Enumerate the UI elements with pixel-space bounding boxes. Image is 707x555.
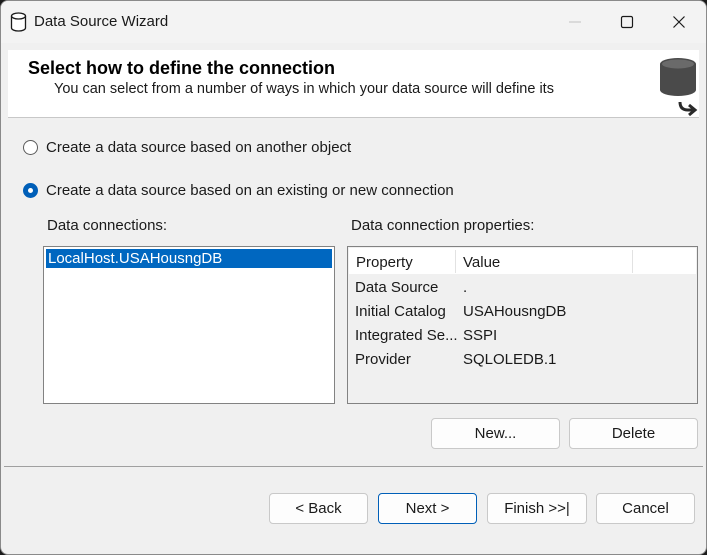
wizard-header: Select how to define the connection You … — [8, 50, 699, 118]
radio-existing-connection[interactable]: Create a data source based on an existin… — [23, 182, 454, 199]
finish-button[interactable]: Finish >>| — [487, 493, 587, 524]
minimize-button[interactable] — [549, 1, 601, 43]
radio-button-checked[interactable] — [23, 183, 38, 198]
property-value-cell: USAHousngDB — [463, 303, 567, 320]
grid-header: Property Value — [349, 248, 696, 274]
property-name-cell: Data Source — [355, 279, 439, 296]
data-connections-list[interactable]: LocalHost.USAHousngDB — [43, 246, 335, 404]
column-header-value[interactable]: Value — [463, 254, 500, 271]
property-value-cell: SSPI — [463, 327, 498, 344]
property-name-cell: Integrated Se... — [355, 327, 458, 344]
radio-another-object-label: Create a data source based on another ob… — [46, 139, 352, 156]
database-icon — [10, 12, 27, 32]
database-arrow-icon — [660, 58, 698, 116]
property-name-cell: Provider — [355, 351, 411, 368]
property-value-cell: . — [463, 279, 468, 296]
data-source-wizard-window: Data Source Wizard Select how to define … — [0, 0, 707, 555]
column-divider[interactable] — [455, 250, 456, 273]
close-icon — [673, 16, 685, 28]
radio-another-object[interactable]: Create a data source based on another ob… — [23, 139, 351, 156]
data-connection-properties-label: Data connection properties: — [351, 217, 535, 234]
maximize-icon — [620, 15, 634, 29]
column-header-property[interactable]: Property — [356, 254, 413, 271]
page-title: Select how to define the connection — [28, 58, 336, 78]
radio-button-unchecked[interactable] — [23, 140, 38, 155]
footer-divider — [4, 466, 703, 467]
column-divider[interactable] — [632, 250, 633, 273]
delete-connection-button[interactable]: Delete — [569, 418, 698, 449]
back-button[interactable]: < Back — [269, 493, 368, 524]
maximize-button[interactable] — [601, 1, 653, 43]
minimize-icon — [569, 21, 581, 23]
radio-existing-connection-label: Create a data source based on an existin… — [46, 182, 454, 199]
properties-grid[interactable]: Property Value Data Source . Initial Cat… — [347, 246, 698, 404]
page-subtitle: You can select from a number of ways in … — [54, 81, 554, 97]
list-item[interactable]: LocalHost.USAHousngDB — [46, 249, 332, 268]
cancel-button[interactable]: Cancel — [596, 493, 695, 524]
window-title: Data Source Wizard — [34, 13, 169, 30]
title-bar[interactable]: Data Source Wizard — [1, 1, 706, 43]
close-button[interactable] — [653, 1, 705, 43]
next-button[interactable]: Next > — [378, 493, 477, 524]
data-connections-label: Data connections: — [47, 217, 168, 234]
property-name-cell: Initial Catalog — [355, 303, 446, 320]
property-value-cell: SQLOLEDB.1 — [463, 351, 557, 368]
new-connection-button[interactable]: New... — [431, 418, 560, 449]
